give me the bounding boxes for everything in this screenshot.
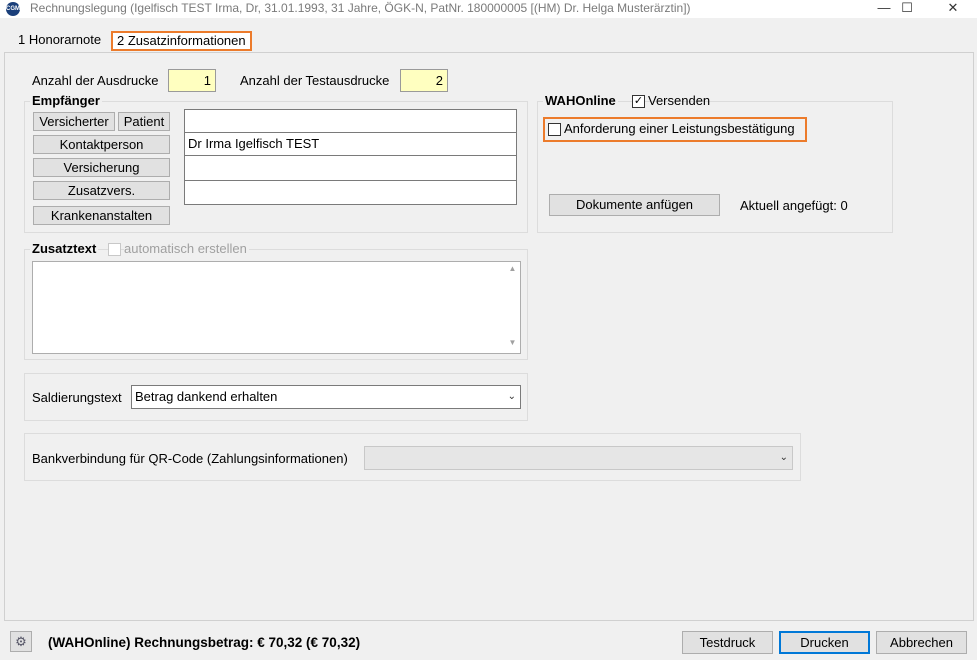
versicherter-button[interactable]: Versicherter bbox=[33, 112, 115, 131]
versenden-checkbox[interactable]: ✓ bbox=[632, 95, 645, 108]
chevron-down-icon[interactable]: ⌄ bbox=[508, 386, 516, 407]
testausdrucke-input[interactable]: 2 bbox=[400, 69, 448, 92]
abbrechen-button[interactable]: Abbrechen bbox=[876, 631, 967, 654]
automatisch-erstellen-checkbox[interactable] bbox=[108, 243, 121, 256]
versicherung-button[interactable]: Versicherung bbox=[33, 158, 170, 177]
anforderung-label: Anforderung einer Leistungsbestätigung bbox=[564, 121, 795, 136]
bankverbindung-select[interactable]: ⌄ bbox=[364, 446, 793, 470]
automatisch-erstellen-label: automatisch erstellen bbox=[124, 241, 249, 257]
bankverbindung-label: Bankverbindung für QR-Code (Zahlungsinfo… bbox=[32, 451, 348, 466]
ausdrucke-label: Anzahl der Ausdrucke bbox=[32, 73, 159, 88]
anforderung-checkbox[interactable] bbox=[548, 123, 561, 136]
testdruck-button[interactable]: Testdruck bbox=[682, 631, 773, 654]
ausdrucke-input[interactable]: 1 bbox=[168, 69, 216, 92]
settings-icon[interactable]: ⚙ bbox=[10, 631, 32, 652]
drucken-button[interactable]: Drucken bbox=[779, 631, 870, 654]
empfaenger-field-1[interactable] bbox=[184, 109, 517, 133]
aktuell-angefuegt-label: Aktuell angefügt: 0 bbox=[740, 198, 848, 213]
scroll-up-icon[interactable]: ▲ bbox=[505, 264, 520, 273]
zusatztext-textarea[interactable] bbox=[32, 261, 521, 354]
kontaktperson-button[interactable]: Kontaktperson bbox=[33, 135, 170, 154]
zusatztext-scrollbar[interactable]: ▲ ▼ bbox=[505, 262, 520, 353]
patient-button[interactable]: Patient bbox=[118, 112, 170, 131]
tab-honorarnote[interactable]: 1 Honorarnote bbox=[14, 31, 105, 51]
chevron-down-icon[interactable]: ⌄ bbox=[780, 447, 788, 468]
dokumente-anfuegen-button[interactable]: Dokumente anfügen bbox=[549, 194, 720, 216]
zusatzvers-button[interactable]: Zusatzvers. bbox=[33, 181, 170, 200]
maximize-button[interactable]: ☐ bbox=[884, 0, 930, 18]
tab-zusatzinformationen[interactable]: 2 Zusatzinformationen bbox=[111, 31, 252, 51]
empfaenger-field-3[interactable] bbox=[184, 155, 517, 181]
versenden-label: Versenden bbox=[648, 93, 711, 108]
empfaenger-field-2[interactable]: Dr Irma Igelfisch TEST bbox=[184, 132, 517, 156]
saldierungstext-value: Betrag dankend erhalten bbox=[135, 389, 278, 404]
scroll-down-icon[interactable]: ▼ bbox=[505, 338, 520, 347]
close-button[interactable]: ✕ bbox=[930, 0, 976, 18]
wahonline-legend: WAHOnline bbox=[543, 93, 618, 108]
empfaenger-legend: Empfänger bbox=[30, 93, 102, 108]
saldierungstext-label: Saldierungstext bbox=[32, 390, 122, 405]
empfaenger-field-4[interactable] bbox=[184, 180, 517, 205]
window-title: Rechnungslegung (Igelfisch TEST Irma, Dr… bbox=[30, 1, 691, 15]
zusatztext-legend: Zusatztext bbox=[30, 241, 99, 256]
rechnungsbetrag-text: (WAHOnline) Rechnungsbetrag: € 70,32 (€ … bbox=[48, 635, 361, 650]
testausdrucke-label: Anzahl der Testausdrucke bbox=[240, 73, 390, 88]
app-icon: CGM bbox=[6, 2, 20, 16]
saldierungstext-select[interactable]: Betrag dankend erhalten ⌄ bbox=[131, 385, 521, 409]
krankenanstalten-button[interactable]: Krankenanstalten bbox=[33, 206, 170, 225]
